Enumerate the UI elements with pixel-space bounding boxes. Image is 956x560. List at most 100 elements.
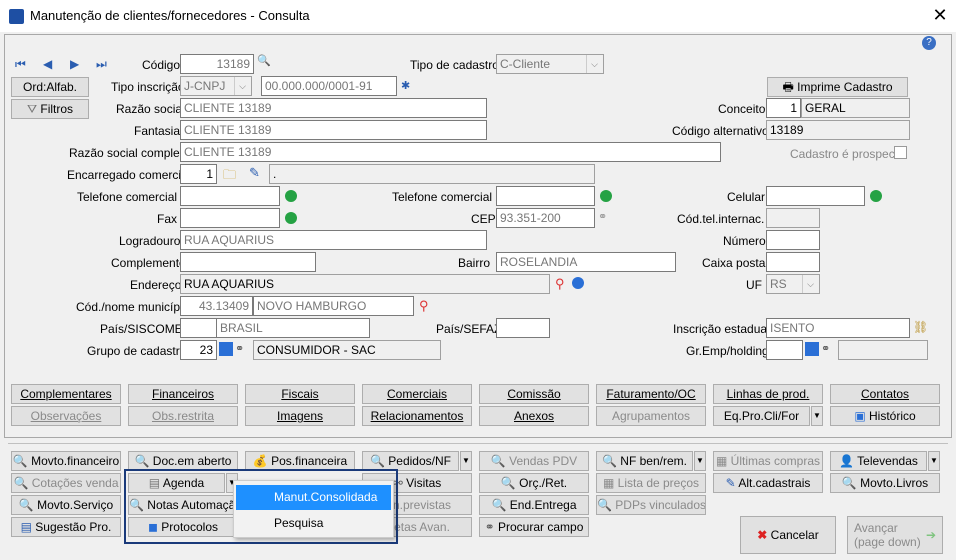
televendas-button[interactable]: 👤 Televendas: [830, 451, 927, 471]
first-record-icon[interactable]: ⏮: [15, 57, 29, 71]
razao-completa-field[interactable]: CLIENTE 13189: [180, 142, 721, 162]
menu-item-pesquisa[interactable]: Pesquisa: [236, 511, 391, 536]
close-icon[interactable]: ✕: [928, 3, 952, 27]
menu-item-manut-consolidada[interactable]: Manut.Consolidada: [236, 485, 391, 510]
map-pin-icon[interactable]: ⚲: [555, 276, 569, 291]
next-record-icon[interactable]: ▶: [70, 57, 84, 71]
doc-aberto-button[interactable]: 🔍 Doc.em aberto: [128, 451, 238, 471]
uf-select[interactable]: RS ⌵: [766, 274, 820, 294]
pais-name-field[interactable]: BRASIL: [216, 318, 370, 338]
encarregado-code-field[interactable]: 1: [180, 164, 217, 184]
tab-financeiros[interactable]: Financeiros: [128, 384, 238, 404]
map-pin-icon[interactable]: ⚲: [419, 298, 433, 313]
historico-button[interactable]: ▣ Histórico: [830, 406, 940, 426]
binoculars-icon[interactable]: ⚭: [598, 210, 612, 224]
tab-comissao[interactable]: Comissão: [479, 384, 589, 404]
tab-eq-pro[interactable]: Eq.Pro.Cli/For: [713, 406, 810, 426]
tab-relacionamentos[interactable]: Relacionamentos: [362, 406, 472, 426]
grupo-code-field[interactable]: 23: [180, 340, 217, 360]
tel-com1-field[interactable]: [180, 186, 280, 206]
sugestao-pro-button[interactable]: ▤ Sugestão Pro.: [11, 517, 121, 537]
filtros-button[interactable]: ⛛ Filtros: [11, 99, 89, 119]
tab-faturamento[interactable]: Faturamento/OC: [596, 384, 706, 404]
caixa-postal-field[interactable]: [766, 252, 820, 272]
nf-ben-button[interactable]: 🔍 NF ben/rem.: [596, 451, 693, 471]
pedidos-nf-label: Pedidos/NF: [388, 454, 451, 468]
whatsapp-icon[interactable]: [600, 190, 612, 202]
codigo-alternativo-field[interactable]: 13189: [766, 120, 910, 140]
conceito-code-field[interactable]: 1: [766, 98, 801, 118]
ultimas-compras-button[interactable]: ▦ Últimas compras: [713, 451, 823, 471]
pais-code-field[interactable]: [180, 318, 217, 338]
pos-financeira-button[interactable]: 💰 Pos.financeira: [245, 451, 355, 471]
binoculars-icon[interactable]: ⚭: [235, 342, 249, 356]
tipo-inscricao-select[interactable]: J-CNPJ ⌵: [180, 76, 252, 96]
lookup-icon[interactable]: [219, 342, 233, 356]
validate-icon[interactable]: ✱: [401, 79, 415, 93]
movto-financeiro-button[interactable]: 🔍 Movto.financeiro: [11, 451, 121, 471]
whatsapp-icon[interactable]: [870, 190, 882, 202]
tab-contatos[interactable]: Contatos: [830, 384, 940, 404]
tab-fiscais[interactable]: Fiscais: [245, 384, 355, 404]
chevron-down-icon[interactable]: ▼: [694, 451, 706, 471]
tab-complementares[interactable]: Complementares: [11, 384, 121, 404]
binoculars-icon[interactable]: ⚭: [821, 342, 835, 356]
folder-icon[interactable]: 🗀: [223, 166, 237, 182]
cod-tel-field[interactable]: [766, 208, 820, 228]
gr-emp-code-field[interactable]: [766, 340, 803, 360]
end-entrega-button[interactable]: 🔍 End.Entrega: [479, 495, 589, 515]
chevron-down-icon[interactable]: ▼: [460, 451, 472, 471]
pdps-vinculados-button[interactable]: 🔍 PDPs vinculados: [596, 495, 706, 515]
cancelar-button[interactable]: ✖ Cancelar: [740, 516, 836, 554]
numero-field[interactable]: [766, 230, 820, 250]
celular-field[interactable]: [766, 186, 865, 206]
pedidos-nf-button[interactable]: 🔍 Pedidos/NF: [362, 451, 459, 471]
logradouro-field[interactable]: RUA AQUARIUS: [180, 230, 487, 250]
tel-com2-field[interactable]: [496, 186, 595, 206]
lista-precos-button[interactable]: ▦ Lista de preços: [596, 473, 706, 493]
link-icon[interactable]: ⛓: [913, 320, 928, 334]
route-icon[interactable]: [572, 277, 584, 289]
complemento-field[interactable]: [180, 252, 316, 272]
whatsapp-icon[interactable]: [285, 212, 297, 224]
procurar-campo-button[interactable]: ⚭ Procurar campo: [479, 517, 589, 537]
bairro-field[interactable]: ROSELANDIA: [496, 252, 676, 272]
tab-obs-restrita[interactable]: Obs.restrita: [128, 406, 238, 426]
tab-observacoes[interactable]: Observações: [11, 406, 121, 426]
movto-servico-button[interactable]: 🔍 Movto.Serviço: [11, 495, 121, 515]
tab-imagens[interactable]: Imagens: [245, 406, 355, 426]
edit-icon[interactable]: ✎: [249, 165, 263, 180]
imprime-cadastro-button[interactable]: 🖶 Imprime Cadastro: [767, 77, 908, 97]
last-record-icon[interactable]: ⏭: [96, 57, 110, 71]
municipio-name-field[interactable]: NOVO HAMBURGO: [253, 296, 414, 316]
help-icon[interactable]: ?: [922, 36, 936, 50]
inscricao-field[interactable]: ISENTO: [766, 318, 910, 338]
codigo-field[interactable]: 13189: [180, 54, 254, 74]
tab-anexos[interactable]: Anexos: [479, 406, 589, 426]
razao-social-field[interactable]: CLIENTE 13189: [180, 98, 487, 118]
cotacoes-venda-button[interactable]: 🔍 Cotações venda: [11, 473, 121, 493]
tab-comerciais[interactable]: Comerciais: [362, 384, 472, 404]
whatsapp-icon[interactable]: [285, 190, 297, 202]
chevron-down-icon[interactable]: ▼: [928, 451, 940, 471]
chevron-down-icon[interactable]: ▼: [811, 406, 823, 426]
lookup-icon[interactable]: [805, 342, 819, 356]
cep-field[interactable]: 93.351-200: [496, 208, 595, 228]
ord-alfab-button[interactable]: Ord:Alfab.: [11, 77, 89, 97]
prev-record-icon[interactable]: ◀: [43, 57, 57, 71]
tab-linhas-prod[interactable]: Linhas de prod.: [713, 384, 823, 404]
avancar-button[interactable]: Avançar (page down) ➔: [847, 516, 943, 554]
cnpj-field[interactable]: 00.000.000/0001-91: [261, 76, 397, 96]
municipio-code-field[interactable]: 43.13409: [180, 296, 253, 316]
movto-livros-button[interactable]: 🔍 Movto.Livros: [830, 473, 940, 493]
fantasia-field[interactable]: CLIENTE 13189: [180, 120, 487, 140]
vendas-pdv-button[interactable]: 🔍 Vendas PDV: [479, 451, 589, 471]
fax-field[interactable]: [180, 208, 280, 228]
orc-ret-button[interactable]: 🔍 Orç./Ret.: [479, 473, 589, 493]
pais-sefaz-field[interactable]: [496, 318, 550, 338]
tipo-cadastro-select[interactable]: C-Cliente ⌵: [496, 54, 604, 74]
prospect-checkbox[interactable]: [894, 146, 907, 159]
search-icon[interactable]: 🔍: [257, 54, 271, 68]
tab-agrupamentos[interactable]: Agrupamentos: [596, 406, 706, 426]
alt-cadastrais-button[interactable]: ✎ Alt.cadastrais: [713, 473, 823, 493]
